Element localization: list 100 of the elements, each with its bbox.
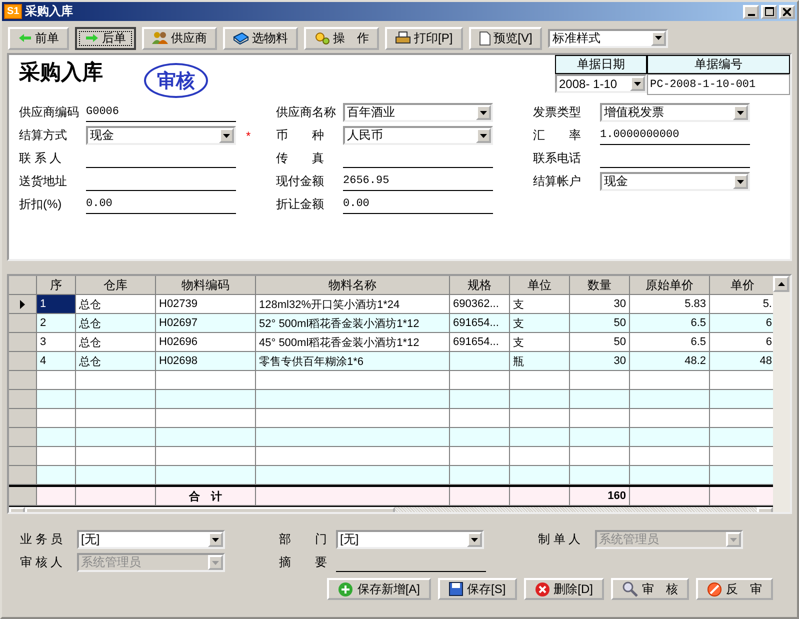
toolbar-button[interactable]: 前单	[8, 26, 69, 50]
column-header[interactable]: 规格	[450, 276, 510, 295]
column-header: 单据编号	[647, 55, 790, 74]
vertical-scrollbar[interactable]	[773, 276, 790, 512]
input-field[interactable]: 2656.95	[343, 172, 493, 190]
row-header[interactable]	[9, 295, 37, 314]
field-label: 汇 率	[533, 127, 582, 144]
document-icon	[478, 30, 491, 46]
date-select[interactable]: 2008- 1-10	[555, 74, 647, 93]
input-field[interactable]: G0006	[86, 104, 236, 122]
dropdown-icon	[630, 76, 645, 91]
column-header: 单据日期	[555, 55, 647, 74]
toolbar-button[interactable]: 打印[P]	[385, 26, 463, 50]
column-header[interactable]: 单价	[710, 276, 774, 295]
total-cell	[450, 487, 510, 506]
input-field[interactable]: 0.00	[86, 196, 236, 214]
column-header[interactable]: 物料名称	[256, 276, 450, 295]
field-label: 折让金额	[276, 196, 325, 213]
column-header[interactable]: 原始单价	[630, 276, 710, 295]
field-label: 摘 要	[279, 554, 328, 571]
select-field[interactable]: 现金	[600, 172, 750, 191]
dropdown-icon	[733, 174, 748, 189]
minimize-icon	[748, 14, 754, 16]
form-title: 采购入库	[19, 60, 104, 86]
select-field[interactable]: [无]	[336, 530, 484, 549]
close-button[interactable]	[779, 4, 795, 18]
column-header[interactable]: 单位	[510, 276, 570, 295]
window-title: 采购入库	[25, 3, 74, 20]
toolbar-button[interactable]: 预览[V]	[468, 26, 542, 50]
action-button[interactable]: 删除[D]	[524, 578, 604, 600]
field-label: 现付金额	[276, 173, 325, 190]
field-label: 送货地址	[19, 173, 68, 190]
input-field[interactable]: 1.0000000000	[600, 126, 750, 144]
field-label: 折扣(%)	[19, 196, 63, 213]
toolbar-button[interactable]: 后单	[75, 26, 136, 50]
dropdown-icon	[208, 532, 223, 547]
people-icon	[152, 31, 168, 45]
plus-icon	[338, 582, 354, 596]
field-label: 供应商名称	[276, 104, 337, 121]
total-cell	[37, 487, 76, 506]
select-field[interactable]: 百年酒业	[343, 103, 493, 122]
style-select[interactable]: 标准样式	[548, 28, 668, 48]
left-arrow-icon	[18, 33, 32, 43]
search-icon	[622, 581, 638, 597]
required-mark: *	[246, 128, 251, 142]
action-button[interactable]: 保存[S]	[438, 578, 517, 600]
printer-icon	[395, 31, 411, 45]
field-label: 供应商编码	[19, 104, 80, 121]
field-label: 发票类型	[533, 104, 582, 121]
coins-icon	[314, 31, 330, 45]
field-label: 结算方式	[19, 127, 68, 144]
app-icon: S1	[4, 4, 22, 19]
field-label: 传 真	[276, 150, 325, 167]
right-arrow-icon	[85, 33, 99, 43]
approval-stamp: 审核	[144, 63, 208, 98]
close-icon	[783, 8, 791, 16]
field-label: 制 单 人	[538, 531, 582, 548]
select-field[interactable]: 现金	[86, 126, 236, 145]
action-button[interactable]: 审 核	[611, 578, 689, 600]
dropdown-icon	[467, 532, 482, 547]
dropdown-icon	[726, 532, 741, 547]
field-label: 币 种	[276, 127, 325, 144]
field-label: 联系电话	[533, 150, 582, 167]
toolbar-button[interactable]: 供应商	[142, 26, 217, 50]
dropdown-icon	[651, 30, 666, 46]
document-number-field[interactable]: PC-2008-1-10-001	[647, 74, 790, 95]
dropdown-icon	[476, 105, 491, 120]
dropdown-icon	[476, 128, 491, 143]
input-field[interactable]: 0.00	[343, 196, 493, 214]
current-row-icon	[20, 300, 25, 308]
up-arrow-icon[interactable]	[778, 282, 785, 286]
total-cell: 160	[570, 487, 630, 506]
select-field[interactable]: [无]	[77, 530, 225, 549]
field-label: 业 务 员	[20, 531, 64, 548]
maximize-button[interactable]	[761, 4, 777, 18]
total-cell	[510, 487, 570, 506]
dropdown-icon	[208, 555, 223, 570]
toolbar-button[interactable]: 选物料	[223, 26, 298, 50]
column-header[interactable]: 物料编码	[156, 276, 256, 295]
delete-icon	[534, 582, 550, 596]
field-label: 结算帐户	[533, 173, 582, 190]
column-header[interactable]: 序	[37, 276, 76, 295]
field-label: 部 门	[279, 531, 328, 548]
minimize-button[interactable]	[743, 4, 759, 18]
dropdown-icon	[733, 105, 748, 120]
total-cell: 合 计	[156, 487, 256, 506]
column-header[interactable]: 数量	[570, 276, 630, 295]
table-cell: 1	[37, 295, 76, 314]
dropdown-icon	[219, 128, 234, 143]
field-label: 审 核 人	[20, 554, 64, 571]
action-button[interactable]: 保存新增[A]	[327, 578, 431, 600]
select-field[interactable]: 增值税发票	[600, 103, 750, 122]
select-field[interactable]: 人民币	[343, 126, 493, 145]
column-header[interactable]: 仓库	[76, 276, 156, 295]
maximize-icon	[764, 7, 774, 16]
field-label: 联 系 人	[19, 150, 63, 167]
book-icon	[233, 31, 249, 45]
toolbar-button[interactable]: 操 作	[304, 26, 379, 50]
action-button[interactable]: 反 审	[696, 578, 773, 600]
prohibited-icon	[707, 582, 722, 596]
